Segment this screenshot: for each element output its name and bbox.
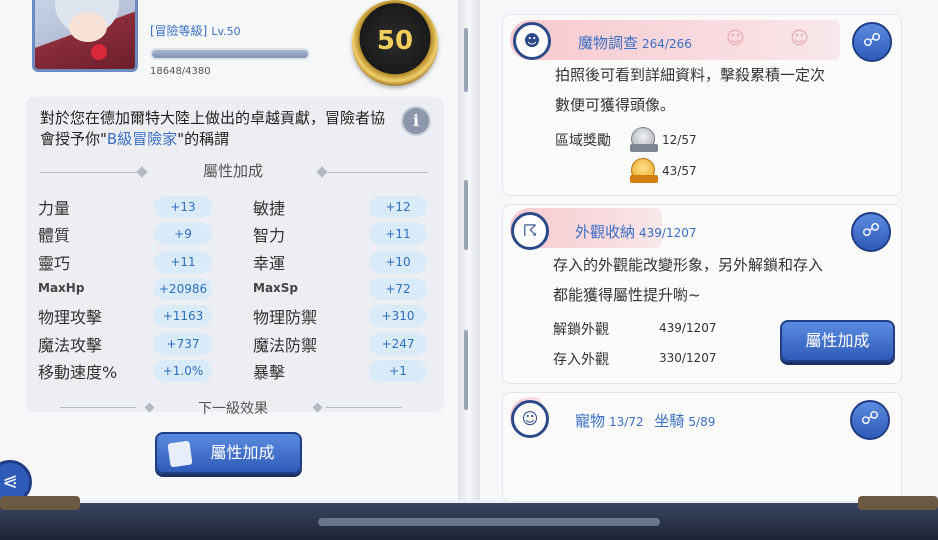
mount-title: 坐騎 xyxy=(654,412,685,430)
appearance-storage-title-text: 外觀收納 xyxy=(575,223,636,241)
stat-value-pill: +20986 xyxy=(154,278,212,300)
stat-value-pill: +1163 xyxy=(154,305,212,327)
monster-survey-title-text: 魔物調查 xyxy=(578,34,639,52)
unlock-appearance-label: 解鎖外觀 xyxy=(553,322,609,338)
share-icon: ⪗ xyxy=(2,471,18,492)
monster-survey-text-line2: 數便可獲得頭像。 xyxy=(555,96,676,114)
level-label: Lv.50 xyxy=(211,25,241,38)
attributes-section-title: 屬性加成 xyxy=(202,162,263,180)
stat-label: 魔法攻擊 xyxy=(38,336,103,355)
appearance-horn-icon: ☈ xyxy=(511,212,549,250)
level-medal-icon: 50 xyxy=(352,0,438,86)
silver-badge-value: 12/57 xyxy=(662,133,697,147)
attribute-bonus-button[interactable]: 屬性加成 xyxy=(155,432,302,474)
stat-value-pill: +737 xyxy=(154,333,212,355)
stat-value-pill: +11 xyxy=(369,223,427,245)
gold-badge-value: 43/57 xyxy=(662,164,697,178)
monster-survey-count: 264/266 xyxy=(642,37,692,51)
stat-value-pill: +72 xyxy=(369,278,427,300)
description-text-after: "的稱謂 xyxy=(177,130,230,148)
monster-survey-description: 拍照後可看到詳細資料，擊殺累積一定次 數便可獲得頭像。 xyxy=(555,60,825,120)
book-spine xyxy=(458,0,480,500)
stat-value-pill: +9 xyxy=(154,223,212,245)
stat-value-pill: +1.0% xyxy=(154,360,212,382)
gold-badge-icon xyxy=(630,158,658,183)
description-text: 對於您在德加爾特大陸上做出的卓越貢獻，冒險者協會授予你"B級冒險家"的稱謂 xyxy=(40,108,392,150)
mount-count: 5/89 xyxy=(688,415,716,429)
appearance-storage-description: 存入的外觀能改變形象，另外解鎖和存入 都能獲得屬性提升喲~ xyxy=(553,250,823,310)
pet-title: 寵物 xyxy=(575,412,606,430)
link-icon: ☍ xyxy=(860,408,880,429)
region-reward-label: 區域獎勵 xyxy=(555,133,611,149)
rank-title: [冒險等級] Lv.50 xyxy=(150,22,241,39)
stat-label: MaxHp xyxy=(38,281,85,295)
stat-label: 幸運 xyxy=(253,254,286,273)
stat-value-pill: +12 xyxy=(369,196,427,218)
exp-progress-bar xyxy=(150,48,310,60)
stat-value-pill: +10 xyxy=(369,251,427,273)
appearance-storage-title: 外觀收納 439/1207 xyxy=(575,221,697,242)
stat-label: 智力 xyxy=(253,226,286,245)
stat-label: 敏捷 xyxy=(253,199,286,218)
stat-label: 物理攻擊 xyxy=(38,308,103,327)
stored-appearance-value: 330/1207 xyxy=(659,351,717,365)
exp-progress-fill xyxy=(152,50,308,58)
appearance-text-line2: 都能獲得屬性提升喲~ xyxy=(553,286,701,304)
cat-decoration-icon: ☺ xyxy=(726,28,745,49)
link-icon: ☍ xyxy=(861,220,881,241)
attributes-section-header: 屬性加成 xyxy=(40,160,428,184)
appearance-attribute-bonus-button[interactable]: 屬性加成 xyxy=(780,320,895,362)
cat-decoration-icon: ☺ xyxy=(790,28,809,49)
stored-appearance-label: 存入外觀 xyxy=(553,352,609,368)
pet-mount-link-button[interactable]: ☍ xyxy=(850,400,890,440)
pet-face-icon: ☺ xyxy=(511,400,549,438)
appearance-text-line1: 存入的外觀能改變形象，另外解鎖和存入 xyxy=(553,256,824,274)
book-icon xyxy=(167,440,193,468)
next-level-title: 下一級效果 xyxy=(198,401,268,417)
description-highlight: B級冒險家 xyxy=(106,130,178,148)
appearance-storage-count: 439/1207 xyxy=(639,226,697,240)
info-icon[interactable]: i xyxy=(401,106,431,136)
appearance-storage-link-button[interactable]: ☍ xyxy=(851,212,891,252)
link-icon: ☍ xyxy=(862,30,882,51)
rank-title-label: [冒險等級] xyxy=(150,24,208,38)
stat-label: 暴擊 xyxy=(253,363,286,382)
book-corner-right xyxy=(858,496,938,510)
monster-survey-text-line1: 拍照後可看到詳細資料，擊殺累積一定次 xyxy=(555,66,826,84)
stat-value-pill: +310 xyxy=(369,305,427,327)
avatar[interactable] xyxy=(32,0,138,72)
stat-label: 魔法防禦 xyxy=(253,336,318,355)
stat-value-pill: +11 xyxy=(154,251,212,273)
next-level-header: 下一級效果 xyxy=(60,398,402,418)
exp-text: 18648/4380 xyxy=(150,66,211,77)
stat-value-pill: +13 xyxy=(154,196,212,218)
stat-label: 力量 xyxy=(38,199,71,218)
pet-mount-card xyxy=(502,392,902,502)
stat-label: MaxSp xyxy=(253,281,299,295)
stat-value-pill: +247 xyxy=(369,333,427,355)
appearance-attribute-bonus-button-label: 屬性加成 xyxy=(805,331,870,350)
medal-level-number: 50 xyxy=(376,26,414,56)
pet-count: 13/72 xyxy=(609,415,644,429)
book-corner-left xyxy=(0,496,80,510)
monster-survey-title: 魔物調查 264/266 xyxy=(578,32,692,53)
stat-value-pill: +1 xyxy=(369,360,427,382)
pet-mount-title: 寵物 13/72 坐騎 5/89 xyxy=(575,410,715,431)
attribute-bonus-button-label: 屬性加成 xyxy=(210,443,275,462)
monster-face-icon: ☻ xyxy=(513,22,551,60)
stat-label: 體質 xyxy=(38,226,71,245)
monster-survey-link-button[interactable]: ☍ xyxy=(852,22,892,62)
silver-badge-icon xyxy=(630,127,658,152)
stat-label: 靈巧 xyxy=(38,254,71,273)
unlock-appearance-value: 439/1207 xyxy=(659,321,717,335)
stat-label: 移動速度% xyxy=(38,363,118,382)
stat-label: 物理防禦 xyxy=(253,308,318,327)
bottom-handle xyxy=(318,518,660,526)
